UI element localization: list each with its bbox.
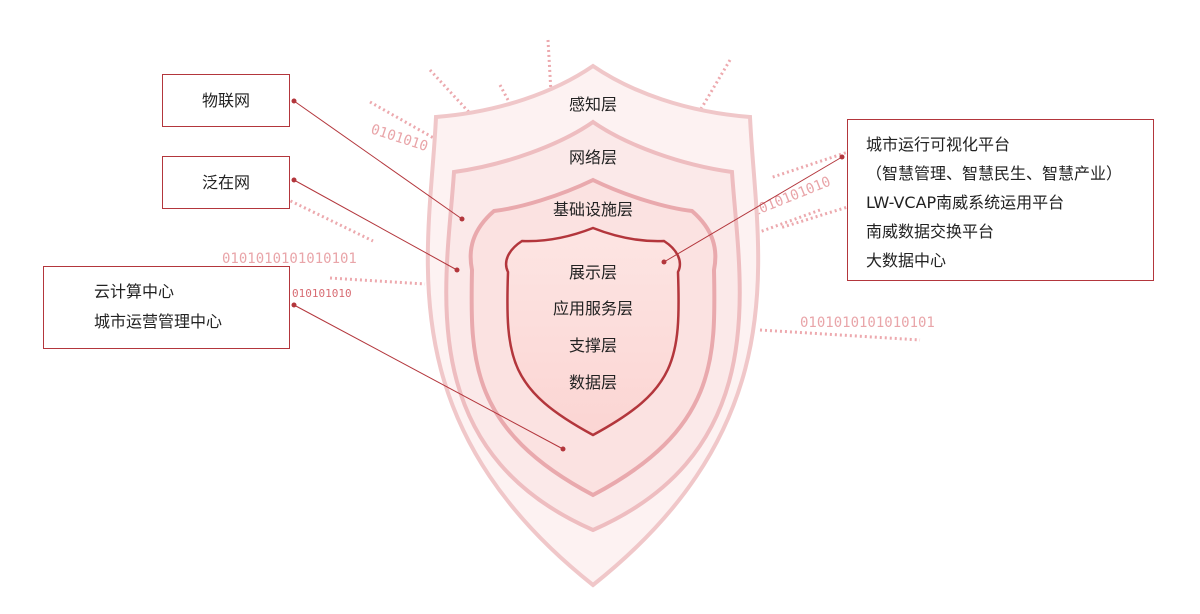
connector-dot bbox=[291, 177, 297, 183]
callout-platform-item: 大数据中心 bbox=[866, 251, 947, 270]
shield bbox=[425, 63, 761, 588]
binary-text: 0101010 bbox=[369, 122, 430, 155]
callout-iot-label: 物联网 bbox=[201, 91, 250, 110]
connector-dot bbox=[291, 98, 297, 104]
binary-text: 0101010101010101 bbox=[222, 251, 357, 267]
core-layer-support: 支撑层 bbox=[569, 336, 617, 355]
callout-platform-item: （智慧管理、智慧民生、智慧产业） bbox=[866, 164, 1123, 183]
connector-dot bbox=[459, 216, 465, 222]
layer-label-network: 网络层 bbox=[569, 148, 617, 167]
core-layer-app-service: 应用服务层 bbox=[553, 299, 633, 318]
core-layer-display: 展示层 bbox=[569, 263, 617, 282]
connector-dot bbox=[661, 259, 667, 265]
callout-cloud-centers: 云计算中心 城市运营管理中心 bbox=[43, 266, 290, 349]
layer-label-perception: 感知层 bbox=[569, 95, 617, 114]
core-layer-data: 数据层 bbox=[569, 373, 617, 392]
layer-label-infrastructure: 基础设施层 bbox=[553, 200, 633, 219]
callout-platform-item: 城市运行可视化平台 bbox=[866, 135, 1011, 154]
callout-cloud-item: 云计算中心 bbox=[94, 282, 175, 301]
connector-dot bbox=[291, 302, 297, 308]
binary-text: 0101010101010101 bbox=[800, 315, 935, 331]
binary-text: 010101010 bbox=[292, 287, 352, 300]
callout-cloud-item: 城市运营管理中心 bbox=[94, 312, 223, 331]
callout-pervasive-label: 泛在网 bbox=[201, 173, 250, 192]
callout-platform-item: LW-VCAP南威系统运用平台 bbox=[866, 193, 1065, 212]
connector-dot bbox=[560, 446, 566, 452]
callout-platform-item: 南威数据交换平台 bbox=[866, 222, 995, 241]
callout-pervasive-network: 泛在网 bbox=[162, 156, 290, 209]
connector-dot bbox=[839, 154, 845, 160]
callout-iot: 物联网 bbox=[162, 74, 290, 127]
connector-dot bbox=[454, 267, 460, 273]
callout-platforms: 城市运行可视化平台 （智慧管理、智慧民生、智慧产业） LW-VCAP南威系统运用… bbox=[847, 119, 1154, 281]
